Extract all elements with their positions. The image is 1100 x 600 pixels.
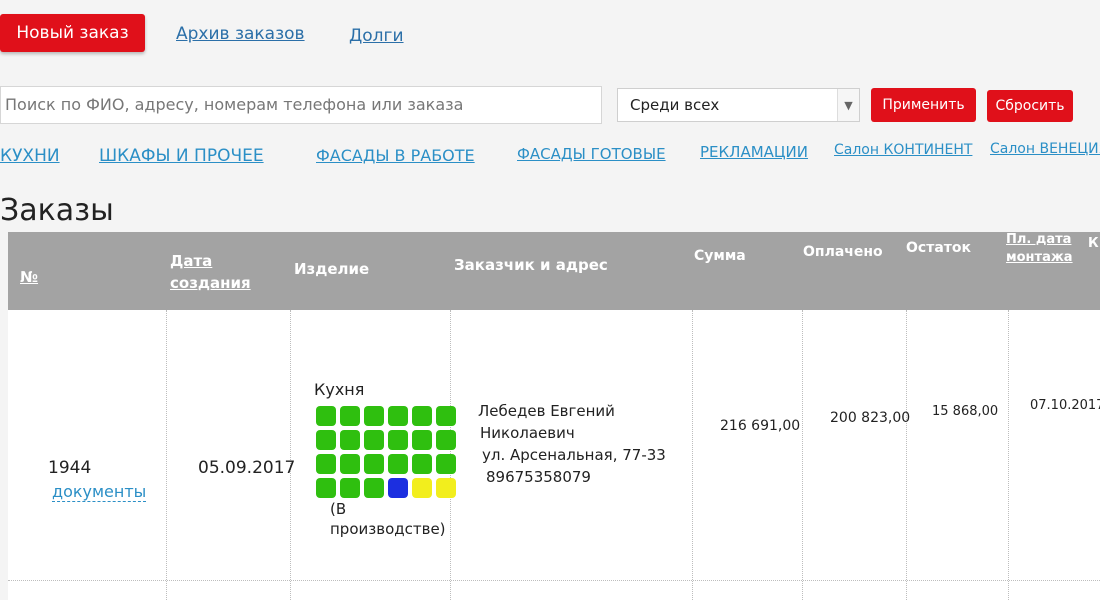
- order-paid: 200 823,00: [830, 410, 911, 426]
- progress-cell-green: [412, 406, 432, 426]
- column-divider: [290, 310, 291, 600]
- customer-name-line2: Николаевич: [480, 424, 575, 442]
- progress-cell-yellow: [436, 478, 456, 498]
- row-divider: [8, 580, 1100, 581]
- install-date: 07.10.2017: [1030, 398, 1100, 413]
- page-title: Заказы: [0, 193, 114, 228]
- progress-cell-green: [316, 454, 336, 474]
- apply-button[interactable]: Применить: [871, 88, 976, 122]
- tab-wardrobes[interactable]: ШКАФЫ И ПРОЧЕЕ: [99, 146, 264, 166]
- progress-cell-green: [316, 406, 336, 426]
- header-customer: Заказчик и адрес: [454, 256, 608, 274]
- progress-cell-green: [316, 430, 336, 450]
- order-date: 05.09.2017: [198, 458, 296, 478]
- status-line2: производстве): [330, 520, 446, 538]
- order-balance: 15 868,00: [932, 404, 999, 419]
- progress-cell-green: [388, 406, 408, 426]
- header-install-line2[interactable]: монтажа: [1006, 250, 1073, 265]
- scope-select[interactable]: Среди всех ▼: [617, 88, 860, 122]
- tab-kitchens[interactable]: КУХНИ: [0, 146, 60, 166]
- header-balance: Остаток: [906, 240, 971, 256]
- column-divider: [692, 310, 693, 600]
- progress-cell-green: [364, 406, 384, 426]
- header-next: К: [1088, 236, 1099, 251]
- debts-link[interactable]: Долги: [349, 26, 404, 46]
- tab-salon-venezia[interactable]: Салон ВЕНЕЦИЯ: [990, 141, 1100, 157]
- order-number: 1944: [48, 458, 92, 478]
- progress-cell-green: [364, 454, 384, 474]
- customer-name-line1: Лебедев Евгений: [478, 402, 615, 420]
- tab-facades-in-work[interactable]: ФАСАДЫ В РАБОТЕ: [316, 146, 475, 165]
- column-divider: [802, 310, 803, 600]
- header-number[interactable]: №: [20, 268, 38, 286]
- tab-complaints[interactable]: РЕКЛАМАЦИИ: [700, 143, 808, 161]
- progress-cell-green: [340, 430, 360, 450]
- customer-address: ул. Арсенальная, 77-33: [482, 446, 666, 464]
- header-date-line2[interactable]: создания: [170, 274, 251, 292]
- archive-link[interactable]: Архив заказов: [176, 24, 305, 44]
- progress-cell-green: [340, 454, 360, 474]
- column-divider: [166, 310, 167, 600]
- reset-button[interactable]: Сбросить: [987, 90, 1073, 122]
- header-paid: Оплачено: [803, 244, 883, 260]
- new-order-button[interactable]: Новый заказ: [0, 14, 145, 52]
- search-input[interactable]: Поиск по ФИО, адресу, номерам телефона и…: [0, 86, 602, 124]
- chevron-down-icon[interactable]: ▼: [837, 89, 859, 121]
- customer-phone: 89675358079: [486, 468, 591, 486]
- progress-cell-green: [436, 406, 456, 426]
- progress-cell-green: [316, 478, 336, 498]
- header-date-line1[interactable]: Дата: [170, 252, 212, 270]
- tab-facades-ready[interactable]: ФАСАДЫ ГОТОВЫЕ: [517, 145, 666, 163]
- table-header: № Дата создания Изделие Заказчик и адрес…: [8, 232, 1100, 310]
- progress-cell-green: [436, 454, 456, 474]
- production-progress: [316, 406, 456, 498]
- header-sum: Сумма: [694, 248, 746, 264]
- status-line1: (В: [330, 500, 347, 518]
- product-name: Кухня: [314, 380, 365, 399]
- header-product: Изделие: [294, 260, 370, 278]
- progress-cell-green: [340, 406, 360, 426]
- header-install-line1[interactable]: Пл. дата: [1006, 232, 1071, 247]
- progress-cell-green: [412, 454, 432, 474]
- documents-link[interactable]: документы: [52, 482, 147, 502]
- progress-cell-green: [412, 430, 432, 450]
- progress-cell-yellow: [412, 478, 432, 498]
- progress-cell-green: [436, 430, 456, 450]
- progress-cell-green: [340, 478, 360, 498]
- orders-table: № Дата создания Изделие Заказчик и адрес…: [8, 232, 1100, 600]
- progress-cell-green: [364, 478, 384, 498]
- tab-salon-continent[interactable]: Салон КОНТИНЕНТ: [834, 142, 972, 158]
- column-divider: [906, 310, 907, 600]
- scope-select-value: Среди всех: [630, 96, 720, 114]
- order-sum: 216 691,00: [720, 418, 801, 434]
- progress-cell-green: [388, 454, 408, 474]
- progress-cell-green: [364, 430, 384, 450]
- column-divider: [1008, 310, 1009, 600]
- progress-cell-blue: [388, 478, 408, 498]
- progress-cell-green: [388, 430, 408, 450]
